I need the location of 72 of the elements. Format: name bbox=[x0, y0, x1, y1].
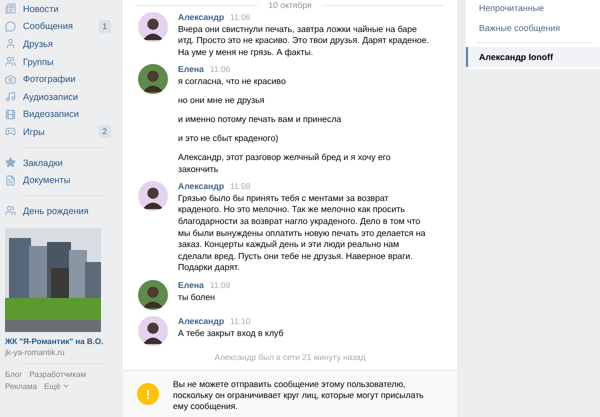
sidebar-item[interactable]: Друзья bbox=[5, 35, 113, 53]
message-text: я согласна, что не красиво bbox=[178, 76, 287, 88]
sidebar-item-label: Игры bbox=[23, 126, 46, 137]
author-name[interactable]: Елена bbox=[178, 280, 204, 290]
avatar[interactable] bbox=[138, 64, 168, 94]
count-badge: 1 bbox=[98, 20, 111, 33]
avatar[interactable] bbox=[138, 316, 168, 346]
music-note-icon bbox=[5, 91, 16, 102]
count-badge: 2 bbox=[98, 125, 111, 138]
footer-link[interactable]: Блог bbox=[5, 370, 22, 379]
date-divider: 10 октября bbox=[268, 0, 312, 10]
avatar[interactable] bbox=[138, 12, 168, 42]
sidebar-item[interactable]: Группы bbox=[5, 52, 113, 70]
message-text: Грязью было бы принять тебя с ментами за возврат краденого. Но это мелочно. Так же мелочно как просить благодарности за возврат нагло украденого. Дело в том что мы были вынуждены оплатить новую печать это делается на заказ. Концерты каждый день и эти люди реально нам сделали вред. Пусть они тебе не друзья. Наверное враги. Подарки дарят. bbox=[178, 192, 427, 274]
message-time: 11:08 bbox=[230, 181, 250, 192]
sidebar-item-label: Документы bbox=[23, 175, 72, 186]
sidebar-item[interactable]: Закладки bbox=[5, 154, 113, 172]
sidebar-item-label: Новости bbox=[23, 4, 60, 14]
footer-link[interactable]: Ещё bbox=[44, 382, 70, 391]
avatar[interactable] bbox=[138, 280, 168, 310]
sidebar-item-label: Закладки bbox=[23, 158, 64, 168]
message-time: 11:06 bbox=[230, 12, 250, 22]
filter-item[interactable]: Александр Ionoff bbox=[466, 47, 600, 67]
notice-text: Вы не можете отправить сообщение этому пользователю, поскольку он ограничивает круг лиц, которые могут присылать ему сообщения. bbox=[173, 379, 425, 413]
message-text: и именно потому печать вам и принесла bbox=[178, 114, 342, 126]
people-icon bbox=[5, 205, 16, 216]
sidebar-item-label: Группы bbox=[23, 56, 55, 67]
ad-title[interactable]: ЖК "Я-Романтик" на В.О. bbox=[5, 336, 113, 347]
message-text: и это не сбыт краденого) bbox=[178, 133, 280, 145]
speech-bubble-icon bbox=[5, 20, 16, 32]
sidebar-item-label: Друзья bbox=[23, 38, 54, 49]
sidebar-item[interactable]: Документы bbox=[5, 171, 113, 189]
author-name[interactable]: Александр bbox=[178, 181, 224, 192]
document-icon bbox=[5, 174, 16, 186]
sidebar-item-label: Сообщения bbox=[23, 21, 74, 32]
sidebar-item[interactable]: Аудиозаписи bbox=[5, 88, 113, 106]
message-text: Вчера они свистнули печать, завтра ложки чайные на баре итд. Просто это не красиво. Это твои друзья. Дарят краденое. На уме у меня не грязь. А факты. bbox=[178, 24, 430, 58]
sidebar-item-label: День рождения bbox=[23, 206, 90, 216]
ad-url[interactable]: jk-ya-romantik.ru bbox=[5, 348, 113, 357]
filter-item[interactable]: Непрочитанные bbox=[466, 0, 600, 18]
last-seen-status: Александр был в сети 21 минуту назад bbox=[214, 351, 366, 364]
author-name[interactable]: Елена bbox=[178, 64, 204, 74]
message-text: но они мне не друзья bbox=[178, 94, 266, 106]
footer-link[interactable]: Разработчикам bbox=[29, 370, 86, 379]
message-text: Александр, этот разговор желчный бред и я хочу его закончить bbox=[178, 152, 392, 176]
filter-item[interactable]: Важные сообщения bbox=[466, 18, 600, 38]
star-icon bbox=[5, 157, 16, 168]
warning-icon: ! bbox=[137, 383, 159, 405]
footer-link[interactable]: Реклама bbox=[5, 382, 38, 391]
message-time: 11:09 bbox=[210, 280, 230, 290]
message-time: 11:06 bbox=[210, 64, 230, 74]
film-icon bbox=[5, 108, 16, 120]
sidebar-item[interactable]: Новости bbox=[5, 0, 113, 18]
sidebar-item-label: Аудиозаписи bbox=[23, 92, 79, 102]
sidebar-item[interactable]: Игры 2 bbox=[5, 123, 113, 141]
sidebar-item[interactable]: День рождения bbox=[5, 202, 113, 220]
author-name[interactable]: Александр bbox=[178, 12, 224, 22]
message-time: 11:10 bbox=[230, 316, 250, 326]
newspaper-icon bbox=[5, 3, 16, 14]
sidebar-item[interactable]: Видеозаписи bbox=[5, 106, 113, 124]
avatar[interactable] bbox=[138, 181, 168, 212]
message-text: ты болен bbox=[178, 292, 216, 304]
message-text: А тебе закрыт вход в клуб bbox=[178, 328, 284, 340]
author-name[interactable]: Александр bbox=[178, 316, 224, 326]
sidebar-item[interactable]: Сообщения 1 bbox=[5, 18, 113, 36]
camera-icon bbox=[5, 74, 16, 85]
sidebar-item[interactable]: Фотографии bbox=[5, 70, 113, 88]
sidebar-item-label: Фотографии bbox=[23, 74, 77, 84]
sidebar-item-label: Видеозаписи bbox=[23, 109, 80, 120]
person-icon bbox=[5, 38, 16, 50]
gamepad-icon bbox=[5, 126, 16, 138]
people-icon bbox=[5, 56, 16, 68]
